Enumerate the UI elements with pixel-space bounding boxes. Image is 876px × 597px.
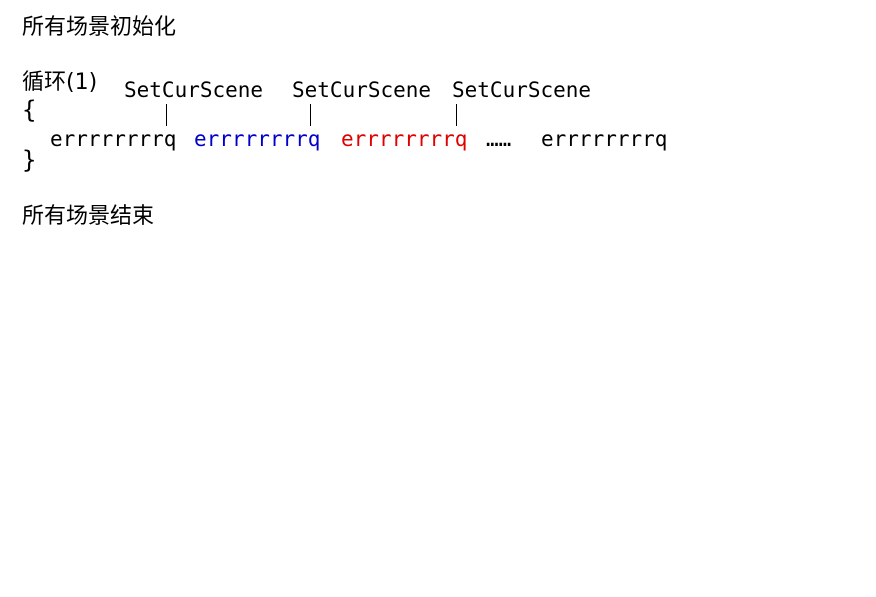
segment-5: errrrrrrrq	[541, 127, 668, 151]
scene-tick-2	[310, 104, 311, 126]
close-brace: }	[22, 146, 37, 174]
scene-marker-2: SetCurScene	[292, 78, 432, 102]
loop-label: 循环(1)	[22, 70, 98, 95]
scene-marker-1: SetCurScene	[124, 78, 264, 102]
ellipsis: ……	[486, 127, 512, 151]
init-label: 所有场景初始化	[22, 15, 177, 40]
scene-tick-3	[456, 104, 457, 126]
scene-tick-1	[166, 104, 167, 126]
segment-3: errrrrrrrq	[341, 127, 468, 151]
segment-2: errrrrrrrq	[194, 127, 321, 151]
scene-marker-3: SetCurScene	[452, 78, 592, 102]
open-brace: {	[22, 96, 37, 124]
segment-1: errrrrrrrq	[50, 127, 177, 151]
end-label: 所有场景结束	[22, 204, 155, 229]
